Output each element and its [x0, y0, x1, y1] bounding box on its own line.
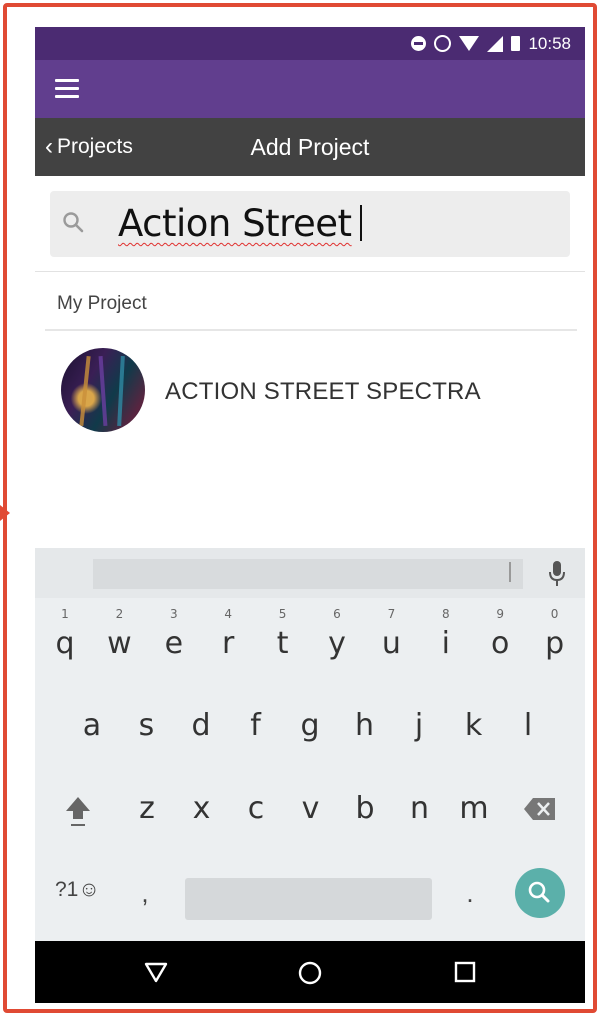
period-key[interactable]: .	[460, 878, 480, 909]
status-bar: 10:58	[35, 27, 585, 60]
key-hint: 6	[333, 607, 341, 621]
backspace-icon[interactable]	[523, 797, 557, 821]
key-label: p	[545, 626, 565, 661]
key-label: w	[107, 626, 132, 661]
key-z[interactable]: z	[125, 781, 169, 837]
key-hint: 0	[550, 607, 559, 621]
key-label: q	[55, 626, 75, 661]
annotation-arrow	[0, 505, 10, 521]
suggestion-divider	[509, 562, 511, 582]
key-hint: 3	[169, 607, 178, 621]
system-navigation-bar	[35, 941, 585, 1003]
key-v[interactable]: v	[289, 781, 333, 837]
key-s[interactable]: s	[125, 698, 169, 754]
key-u[interactable]: 7u	[369, 608, 413, 672]
search-icon	[63, 212, 84, 233]
comma-key[interactable]: ,	[135, 878, 155, 909]
alarm-icon	[434, 35, 452, 52]
divider	[35, 271, 585, 272]
section-label: My Project	[57, 293, 147, 314]
key-q[interactable]: 1q	[43, 608, 87, 672]
home-circle-icon[interactable]	[297, 960, 323, 986]
key-hint: 9	[496, 607, 504, 621]
suggestion-bar[interactable]	[93, 559, 523, 589]
key-label: i	[441, 626, 450, 661]
key-hint: 2	[115, 607, 124, 621]
wifi-icon	[459, 36, 480, 51]
app-bar	[35, 60, 585, 118]
keyboard-search-key[interactable]	[515, 868, 565, 918]
search-input[interactable]: Action Street	[118, 191, 362, 257]
key-hint: 8	[441, 607, 450, 621]
key-n[interactable]: n	[398, 781, 442, 837]
key-j[interactable]: j	[397, 698, 441, 754]
recents-square-icon[interactable]	[453, 960, 477, 984]
key-row-3: zxcvbnm	[35, 781, 585, 837]
battery-icon	[511, 36, 521, 51]
page-title: Add Project	[250, 134, 370, 160]
soft-keyboard: 1q2w3e4r5t6y7u8i9o0p asdfghjkl zxcvbnm ?…	[35, 548, 585, 943]
key-r[interactable]: 4r	[206, 608, 250, 672]
key-label: o	[491, 626, 510, 661]
key-f[interactable]: f	[234, 698, 278, 754]
hamburger-menu-icon[interactable]	[55, 79, 79, 99]
shift-icon[interactable]	[63, 795, 93, 829]
divider	[45, 329, 577, 331]
key-label: e	[164, 626, 184, 661]
text-caret	[359, 205, 362, 241]
key-b[interactable]: b	[343, 781, 387, 837]
key-l[interactable]: l	[506, 698, 550, 754]
project-list-item[interactable]: ACTION STREET SPECTRA	[35, 332, 585, 447]
key-row-2: asdfghjkl	[35, 698, 585, 754]
search-field[interactable]: Action Street	[50, 191, 570, 257]
key-a[interactable]: a	[70, 698, 114, 754]
key-d[interactable]: d	[179, 698, 223, 754]
key-label: t	[276, 626, 289, 661]
suggestion-strip	[35, 548, 585, 598]
key-label: u	[381, 626, 401, 661]
symbols-key[interactable]: ?1☺	[55, 878, 100, 902]
key-hint: 7	[387, 607, 396, 621]
navigation-bar: ‹ Projects Add Project	[35, 118, 585, 176]
key-o[interactable]: 9o	[478, 608, 522, 672]
key-k[interactable]: k	[452, 698, 496, 754]
key-p[interactable]: 0p	[533, 608, 577, 672]
key-e[interactable]: 3e	[152, 608, 196, 672]
key-c[interactable]: c	[234, 781, 278, 837]
status-time: 10:58	[528, 33, 571, 53]
key-hint: 4	[224, 607, 232, 621]
key-i[interactable]: 8i	[424, 608, 468, 672]
key-row-1: 1q2w3e4r5t6y7u8i9o0p	[35, 608, 585, 672]
space-key[interactable]	[185, 878, 432, 920]
key-x[interactable]: x	[180, 781, 224, 837]
back-triangle-icon[interactable]	[143, 960, 169, 984]
signal-icon	[487, 35, 504, 52]
key-y[interactable]: 6y	[315, 608, 359, 672]
do-not-disturb-icon	[411, 36, 427, 51]
project-name: ACTION STREET SPECTRA	[165, 378, 481, 405]
key-h[interactable]: h	[343, 698, 387, 754]
key-label: y	[328, 626, 346, 661]
key-label: r	[222, 626, 235, 661]
key-hint: 1	[61, 607, 69, 621]
key-g[interactable]: g	[288, 698, 332, 754]
project-avatar	[61, 348, 145, 432]
search-icon	[528, 881, 550, 903]
phone-screen: 10:58 ‹ Projects Add Project Action Stre…	[35, 27, 585, 1003]
key-hint: 5	[278, 607, 287, 621]
search-input-text: Action Street	[118, 202, 352, 245]
key-t[interactable]: 5t	[261, 608, 305, 672]
key-m[interactable]: m	[452, 781, 496, 837]
key-w[interactable]: 2w	[97, 608, 141, 672]
microphone-icon[interactable]	[547, 560, 567, 588]
